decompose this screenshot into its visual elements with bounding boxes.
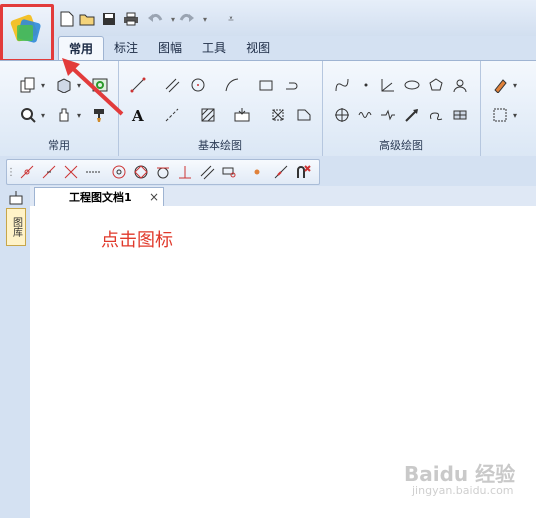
snap-midpoint-icon[interactable] xyxy=(39,162,59,182)
group-basic-draw-label: 基本绘图 xyxy=(198,139,242,152)
customize-quick-access-icon[interactable]: ⩡ xyxy=(222,10,240,28)
point-icon[interactable] xyxy=(356,75,376,95)
save-icon[interactable] xyxy=(100,10,118,28)
library-panel-tab[interactable]: 图库 xyxy=(6,208,26,246)
tab-sheet[interactable]: 图幅 xyxy=(148,36,192,60)
circle-icon[interactable] xyxy=(188,75,208,95)
snap-extension-icon[interactable] xyxy=(83,162,103,182)
break-line-icon[interactable] xyxy=(378,105,398,125)
ellipse-icon[interactable] xyxy=(402,75,422,95)
toolbar-grip-icon[interactable]: ⋮ xyxy=(6,162,16,182)
spline-icon[interactable] xyxy=(332,75,352,95)
print-icon[interactable] xyxy=(122,10,140,28)
snap-intersection-icon[interactable] xyxy=(61,162,81,182)
snap-node-icon[interactable] xyxy=(247,162,267,182)
hatch-icon[interactable] xyxy=(198,105,218,125)
undo-icon[interactable] xyxy=(146,10,164,28)
document-tab-bar: 工程图文档1 × xyxy=(30,186,536,206)
tab-tools[interactable]: 工具 xyxy=(192,36,236,60)
group-advanced-draw: 高级绘图 xyxy=(322,61,481,156)
application-menu-button[interactable] xyxy=(0,4,54,62)
copy-icon[interactable] xyxy=(18,75,38,95)
snap-tangent-icon[interactable] xyxy=(153,162,173,182)
tab-view[interactable]: 视图 xyxy=(236,36,280,60)
svg-text:A: A xyxy=(131,107,144,123)
text-icon[interactable]: A xyxy=(128,105,148,125)
arrow-icon[interactable] xyxy=(402,105,422,125)
snap-center-icon[interactable] xyxy=(109,162,129,182)
redo-dropdown-icon[interactable]: ▾ xyxy=(196,10,214,28)
snap-endpoint-icon[interactable] xyxy=(17,162,37,182)
arc-icon[interactable] xyxy=(222,75,242,95)
snap-parallel-icon[interactable] xyxy=(197,162,217,182)
zoom-icon[interactable] xyxy=(18,105,38,125)
open-folder-icon[interactable] xyxy=(78,10,96,28)
document-tab[interactable]: 工程图文档1 × xyxy=(34,187,164,206)
insert-image-icon[interactable] xyxy=(232,105,252,125)
centerline-icon[interactable] xyxy=(162,105,182,125)
group-basic-draw: A 基本绘图 xyxy=(118,61,323,156)
center-circle-icon[interactable] xyxy=(332,105,352,125)
pin-panel-icon[interactable] xyxy=(6,188,26,208)
cloud-shape-icon[interactable] xyxy=(294,105,314,125)
close-tab-icon[interactable]: × xyxy=(149,190,159,204)
callout-arrow-icon xyxy=(62,58,124,116)
parallel-line-icon[interactable] xyxy=(162,75,182,95)
select-box-dropdown-icon[interactable]: ▾ xyxy=(512,105,518,125)
dimension-box-icon[interactable] xyxy=(268,105,288,125)
group-common-label: 常用 xyxy=(48,139,70,152)
polyline-icon[interactable] xyxy=(282,75,302,95)
eraser-dropdown-icon[interactable]: ▾ xyxy=(512,75,518,95)
line-icon[interactable] xyxy=(128,75,148,95)
group-advanced-draw-label: 高级绘图 xyxy=(379,139,423,152)
snap-perpendicular-icon[interactable] xyxy=(175,162,195,182)
snap-quadrant-icon[interactable] xyxy=(131,162,151,182)
side-panel: 图库 xyxy=(0,186,30,518)
select-box-icon[interactable] xyxy=(490,105,510,125)
group-modify-partial: ▾ ▾ xyxy=(480,61,536,156)
snap-toolbar-box: ⋮ xyxy=(6,159,320,185)
watermark-url: jingyan.baidu.com xyxy=(412,484,514,497)
zoom-dropdown-icon[interactable]: ▾ xyxy=(40,105,46,125)
angle-line-icon[interactable] xyxy=(378,75,398,95)
snap-nearest-icon[interactable] xyxy=(271,162,291,182)
watermark-logo: Baidu 经验 xyxy=(404,462,516,486)
snap-toolbar: ⋮ xyxy=(0,156,536,186)
copy-dropdown-icon[interactable]: ▾ xyxy=(40,75,46,95)
redo-icon[interactable] xyxy=(178,10,196,28)
app-logo-icon xyxy=(10,14,41,43)
rectangle-icon[interactable] xyxy=(256,75,276,95)
new-file-icon[interactable] xyxy=(58,10,76,28)
wave-line-icon[interactable] xyxy=(356,105,376,125)
snap-insert-icon[interactable] xyxy=(219,162,239,182)
freehand-icon[interactable] xyxy=(426,105,446,125)
user-shape-icon[interactable] xyxy=(450,75,470,95)
snap-clear-icon[interactable] xyxy=(293,162,313,182)
callout-text: 点击图标 xyxy=(101,230,173,251)
polygon-icon[interactable] xyxy=(426,75,446,95)
document-tab-title: 工程图文档1 xyxy=(69,191,132,204)
eraser-icon[interactable] xyxy=(490,75,510,95)
table-shape-icon[interactable] xyxy=(450,105,470,125)
